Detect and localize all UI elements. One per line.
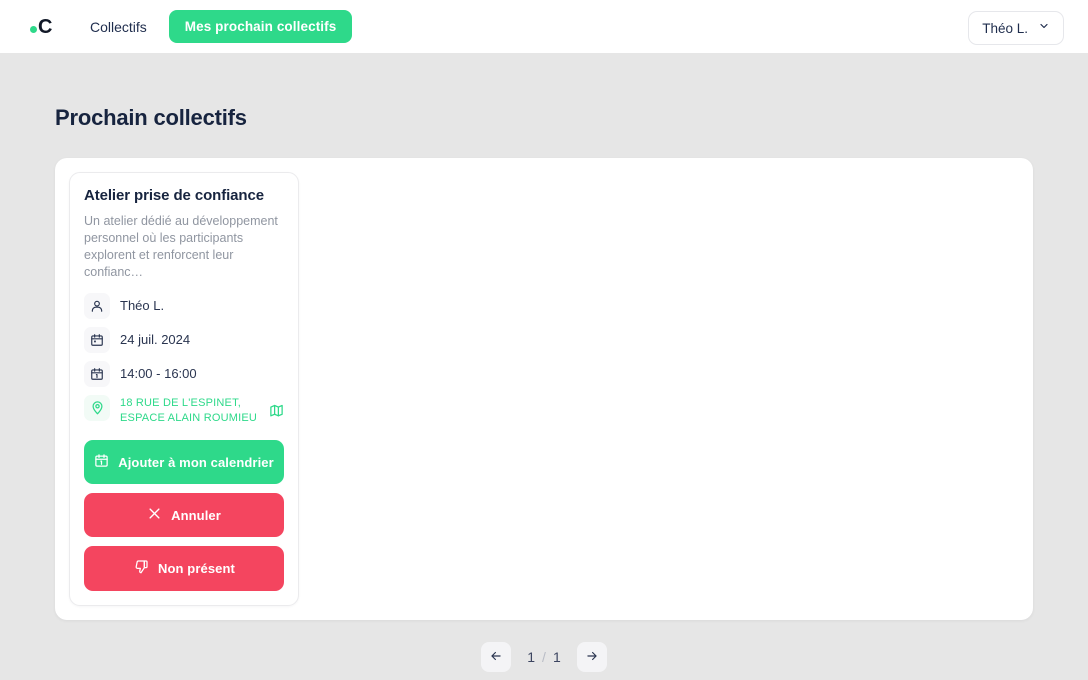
main-nav: Collectifs Mes prochain collectifs	[84, 10, 353, 43]
person-icon	[84, 292, 110, 319]
app-logo[interactable]: C	[22, 17, 52, 37]
cancel-label: Annuler	[171, 507, 221, 523]
pagination-next-button[interactable]	[576, 642, 607, 673]
calendar-day-icon	[84, 360, 110, 387]
collectifs-panel: Atelier prise de confiance Un atelier dé…	[55, 158, 1033, 621]
nav-item-mes-prochain-collectifs[interactable]: Mes prochain collectifs	[168, 10, 353, 43]
pagination-counter: 1 / 1	[527, 649, 560, 665]
chevron-down-icon	[1038, 19, 1050, 37]
page-title: Prochain collectifs	[55, 105, 247, 130]
map-icon	[269, 404, 284, 421]
close-icon	[147, 506, 162, 524]
pagination-total-pages: 1	[552, 649, 561, 666]
page-body: Prochain collectifs Atelier prise de con…	[0, 105, 1088, 673]
open-map-button[interactable]	[269, 403, 284, 421]
calendar-add-icon	[94, 453, 109, 471]
mark-absent-label: Non présent	[158, 561, 235, 577]
mark-absent-button[interactable]: Non présent	[84, 546, 284, 592]
user-menu-button[interactable]: Théo L.	[968, 11, 1064, 45]
event-address-row: 18 RUE DE L'ESPINET, ESPACE ALAIN ROUMIE…	[84, 394, 284, 427]
user-menu-label: Théo L.	[982, 20, 1028, 36]
logo-letter: C	[38, 15, 52, 38]
thumbs-down-icon	[133, 559, 149, 578]
event-time-label: 14:00 - 16:00	[120, 366, 197, 381]
event-date-row: 24 juil. 2024	[84, 326, 284, 353]
event-organizer-label: Théo L.	[120, 298, 165, 313]
pagination-prev-button[interactable]	[481, 642, 512, 673]
event-title: Atelier prise de confiance	[84, 187, 264, 204]
map-pin-icon	[84, 394, 110, 421]
arrow-right-icon	[585, 649, 599, 666]
app-header: C Collectifs Mes prochain collectifs Thé…	[0, 0, 1088, 53]
nav-item-collectifs[interactable]: Collectifs	[84, 11, 153, 43]
pagination-separator: /	[542, 649, 546, 666]
cancel-button[interactable]: Annuler	[84, 493, 284, 538]
event-description: Un atelier dédié au développement person…	[84, 214, 278, 279]
event-address-label: 18 RUE DE L'ESPINET, ESPACE ALAIN ROUMIE…	[120, 396, 258, 424]
calendar-icon	[84, 326, 110, 353]
add-to-calendar-button[interactable]: Ajouter à mon calendrier	[84, 440, 284, 485]
event-organizer-row: Théo L.	[84, 292, 284, 319]
arrow-left-icon	[489, 649, 503, 666]
pagination: 1 / 1	[28, 642, 1060, 673]
logo-dot-icon	[30, 25, 37, 33]
pagination-current-page: 1	[527, 649, 536, 666]
event-time-row: 14:00 - 16:00	[84, 360, 284, 387]
event-date-label: 24 juil. 2024	[120, 332, 191, 347]
add-to-calendar-label: Ajouter à mon calendrier	[118, 454, 274, 470]
event-card[interactable]: Atelier prise de confiance Un atelier dé…	[69, 172, 299, 607]
